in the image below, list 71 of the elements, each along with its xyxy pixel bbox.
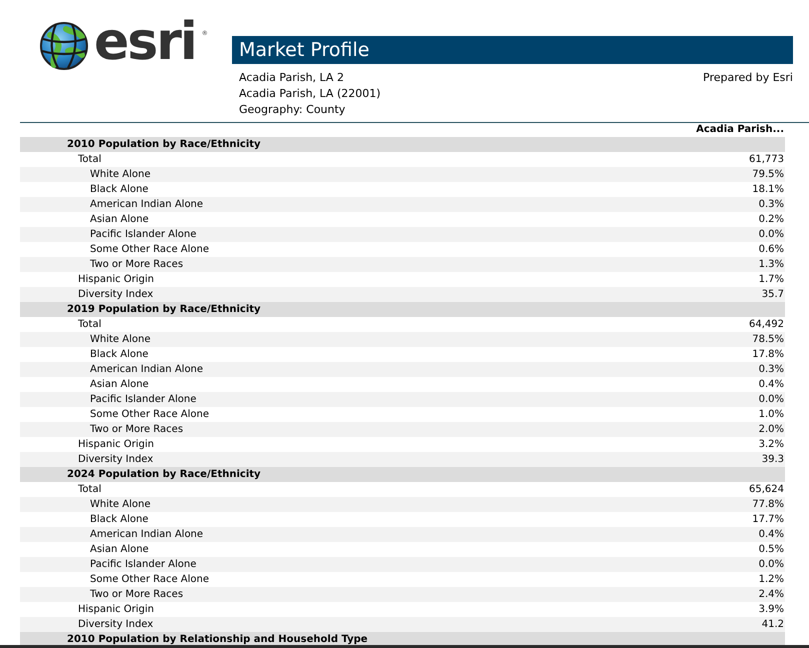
row-label: American Indian Alone xyxy=(89,198,204,212)
row-value: 61,773 xyxy=(749,153,784,167)
row-value: 0.6% xyxy=(758,243,784,257)
row-label: Black Alone xyxy=(89,183,148,197)
row-value: 2.4% xyxy=(758,588,784,602)
row-label: Black Alone xyxy=(89,348,148,362)
row-label: White Alone xyxy=(89,498,150,512)
row-value: 0.2% xyxy=(758,213,784,227)
row-value: 79.5% xyxy=(752,168,784,182)
section-header: 2010 Population by Race/Ethnicity xyxy=(20,137,785,152)
row-label: Some Other Race Alone xyxy=(89,573,210,587)
row-label: Diversity Index xyxy=(77,453,154,467)
row-label: Some Other Race Alone xyxy=(89,408,210,422)
globe-icon xyxy=(40,21,88,71)
row-value: 0.3% xyxy=(758,198,784,212)
row-value: 39.3 xyxy=(762,453,784,467)
row-value: 0.4% xyxy=(758,378,784,392)
row-label: Diversity Index xyxy=(77,288,154,302)
row-value: 0.0% xyxy=(758,558,784,572)
section-header: 2019 Population by Race/Ethnicity xyxy=(20,302,785,317)
row-value: 0.3% xyxy=(758,363,784,377)
address-line: Geography: County xyxy=(239,102,346,118)
row-label: White Alone xyxy=(89,333,150,347)
row-label: American Indian Alone xyxy=(89,528,204,542)
row-value: 65,624 xyxy=(749,483,784,497)
row-value: 3.2% xyxy=(758,438,784,452)
row-label: White Alone xyxy=(89,168,150,182)
row-value: 0.0% xyxy=(758,393,784,407)
column-header: Acadia Parish... xyxy=(696,123,785,137)
row-label: Diversity Index xyxy=(77,618,154,632)
row-value: 78.5% xyxy=(752,333,784,347)
row-label: Asian Alone xyxy=(89,543,149,557)
row-value: 3.9% xyxy=(758,603,784,617)
row-value: 1.7% xyxy=(758,273,784,287)
row-value: 0.0% xyxy=(758,228,784,242)
row-label: Pacific Islander Alone xyxy=(89,393,196,407)
row-value: 35.7 xyxy=(762,288,784,302)
row-label: Hispanic Origin xyxy=(77,273,154,287)
report-title-bar: Market Profile xyxy=(232,36,793,64)
row-value: 18.1% xyxy=(752,183,784,197)
row-label: Some Other Race Alone xyxy=(89,243,210,257)
row-label: Two or More Races xyxy=(89,588,184,602)
row-value: 64,492 xyxy=(749,318,784,332)
row-label: Total xyxy=(77,318,102,332)
row-value: 0.4% xyxy=(758,528,784,542)
row-label: Two or More Races xyxy=(89,423,184,437)
row-value: 17.8% xyxy=(752,348,784,362)
row-value: 2.0% xyxy=(758,423,784,437)
row-value: 0.5% xyxy=(758,543,784,557)
section-header: 2024 Population by Race/Ethnicity xyxy=(20,467,785,482)
row-value: 17.7% xyxy=(752,513,784,527)
row-label: Two or More Races xyxy=(89,258,184,272)
row-value: 1.0% xyxy=(758,408,784,422)
row-label: Total xyxy=(77,483,102,497)
row-value: 41.2 xyxy=(762,618,784,632)
row-label: Hispanic Origin xyxy=(77,438,154,452)
row-value: 1.2% xyxy=(758,573,784,587)
row-label: Pacific Islander Alone xyxy=(89,558,196,572)
row-label: Asian Alone xyxy=(89,213,149,227)
row-label: Total xyxy=(77,153,102,167)
row-value: 1.3% xyxy=(758,258,784,272)
logo-text: esri xyxy=(94,16,196,68)
row-label: Pacific Islander Alone xyxy=(89,228,196,242)
row-label: Asian Alone xyxy=(89,378,149,392)
address-line: Acadia Parish, LA (22001) xyxy=(239,86,381,102)
address-line: Acadia Parish, LA 2 xyxy=(239,70,345,86)
row-label: American Indian Alone xyxy=(89,363,204,377)
prepared-by-text: Prepared by Esri xyxy=(703,70,793,86)
row-label: Hispanic Origin xyxy=(77,603,154,617)
row-value: 77.8% xyxy=(752,498,784,512)
row-label: Black Alone xyxy=(89,513,148,527)
